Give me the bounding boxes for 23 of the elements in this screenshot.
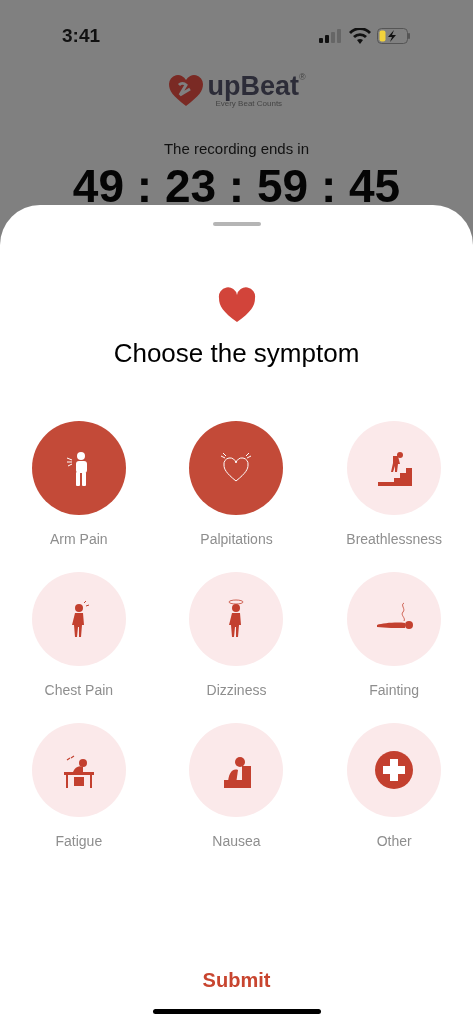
signal-icon [319,29,343,43]
heart-logo-icon [167,72,206,108]
countdown-timer: 49 : 23 : 59 : 45 [71,162,402,209]
symptom-label: Chest Pain [44,681,114,700]
symptom-label: Fainting [369,681,420,700]
wifi-icon [349,28,371,44]
medical-cross-icon [374,750,415,790]
battery-charging-icon [377,28,411,44]
recording-label: The recording ends in [162,139,311,159]
logo-wordmark: upBeat [207,72,299,100]
symptom-label: Arm Pain [50,530,108,549]
symptom-label: Other [376,832,412,851]
symptom-label: Palpitations [200,530,273,549]
status-time: 3:41 [62,23,101,48]
registered-mark: ® [298,72,306,82]
symptom-label: Fatigue [55,832,103,851]
symptom-label: Dizziness [206,681,267,700]
drag-handle[interactable] [212,222,261,226]
heart-icon [216,286,257,324]
symptom-label: Breathlessness [346,530,442,549]
symptom-label: Nausea [212,832,261,851]
sheet-title: Choose the symptom [113,337,360,370]
submit-button[interactable]: Submit [202,965,271,995]
